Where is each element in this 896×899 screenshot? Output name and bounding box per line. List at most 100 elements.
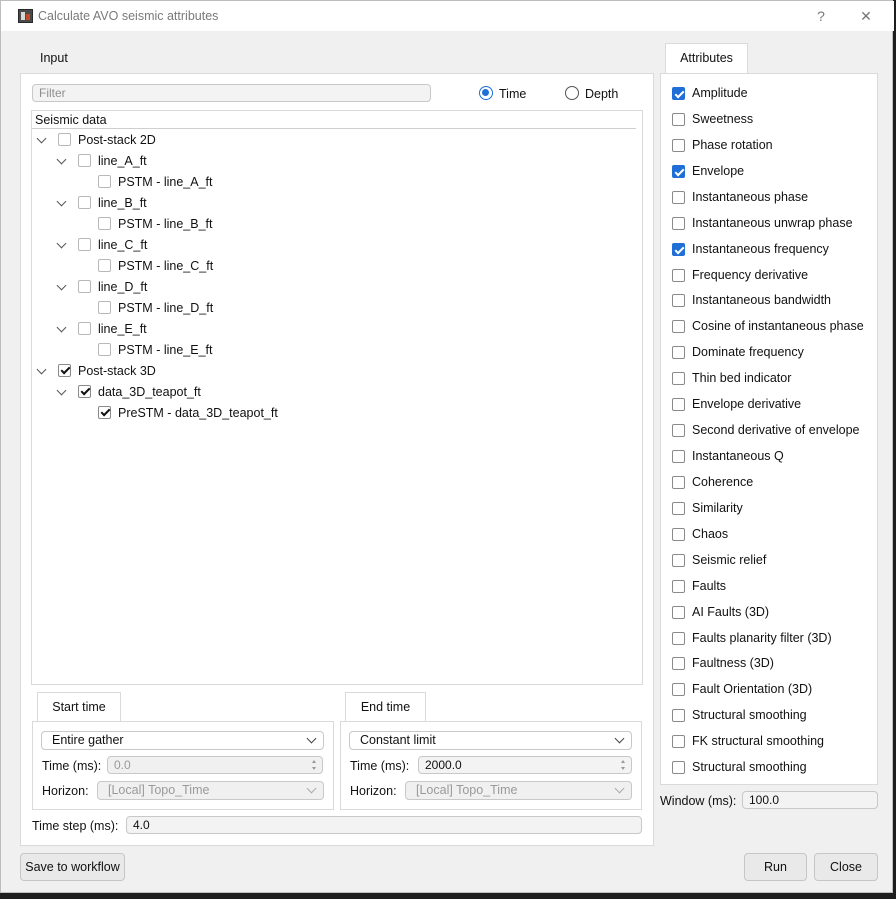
attribute-checkbox[interactable] bbox=[672, 424, 685, 437]
attribute-label: Fault Orientation (3D) bbox=[692, 682, 813, 696]
line-c-checkbox[interactable] bbox=[78, 238, 91, 251]
attribute-checkbox[interactable] bbox=[672, 657, 685, 670]
tree-item-pstm-line-d[interactable]: PSTM - line_D_ft bbox=[118, 301, 213, 315]
attribute-label: Faults planarity filter (3D) bbox=[692, 631, 832, 645]
attribute-label: Structural smoothing bbox=[692, 760, 807, 774]
attribute-checkbox[interactable] bbox=[672, 502, 685, 515]
attribute-checkbox[interactable] bbox=[672, 217, 685, 230]
pstm-line-d-checkbox[interactable] bbox=[98, 301, 111, 314]
attribute-checkbox[interactable] bbox=[672, 709, 685, 722]
attribute-checkbox[interactable] bbox=[672, 606, 685, 619]
tab-start-time[interactable]: Start time bbox=[37, 692, 121, 722]
attribute-checkbox[interactable] bbox=[672, 372, 685, 385]
start-horizon-value: [Local] Topo_Time bbox=[108, 783, 210, 797]
save-to-workflow-button[interactable]: Save to workflow bbox=[20, 853, 125, 881]
volume-checkbox[interactable] bbox=[78, 385, 91, 398]
post3d-checkbox[interactable] bbox=[58, 364, 71, 377]
attribute-checkbox[interactable] bbox=[672, 528, 685, 541]
start-horizon-label: Horizon: bbox=[42, 784, 89, 798]
line-d-checkbox[interactable] bbox=[78, 280, 91, 293]
line-a-checkbox[interactable] bbox=[78, 154, 91, 167]
post2d-checkbox[interactable] bbox=[58, 133, 71, 146]
spin-up-icon[interactable] bbox=[621, 760, 625, 763]
attribute-checkbox[interactable] bbox=[672, 269, 685, 282]
attribute-checkbox[interactable] bbox=[672, 320, 685, 333]
attribute-checkbox[interactable] bbox=[672, 191, 685, 204]
attribute-checkbox[interactable] bbox=[672, 113, 685, 126]
line-b-checkbox[interactable] bbox=[78, 196, 91, 209]
attribute-checkbox[interactable] bbox=[672, 632, 685, 645]
start-time-mode-select[interactable]: Entire gather bbox=[41, 731, 324, 750]
attribute-label: Instantaneous frequency bbox=[692, 242, 829, 256]
tab-end-time[interactable]: End time bbox=[345, 692, 426, 722]
end-horizon-value: [Local] Topo_Time bbox=[416, 783, 518, 797]
attribute-checkbox[interactable] bbox=[672, 735, 685, 748]
time-step-input[interactable]: 4.0 bbox=[126, 816, 642, 834]
tab-attributes[interactable]: Attributes bbox=[665, 43, 748, 74]
depth-radio[interactable] bbox=[565, 86, 579, 100]
attribute-label: Cosine of instantaneous phase bbox=[692, 319, 864, 333]
attribute-checkbox[interactable] bbox=[672, 243, 685, 256]
attribute-label: AI Faults (3D) bbox=[692, 605, 770, 619]
tree-item-post3d[interactable]: Post-stack 3D bbox=[78, 364, 156, 378]
attribute-checkbox[interactable] bbox=[672, 346, 685, 359]
attribute-checkbox[interactable] bbox=[672, 398, 685, 411]
tree-item-line-c[interactable]: line_C_ft bbox=[98, 238, 147, 252]
attribute-label: Instantaneous bandwidth bbox=[692, 293, 831, 307]
attribute-checkbox[interactable] bbox=[672, 165, 685, 178]
time-radio-label: Time bbox=[499, 87, 527, 101]
tree-item-line-d[interactable]: line_D_ft bbox=[98, 280, 147, 294]
attribute-label: Amplitude bbox=[692, 86, 748, 100]
run-button[interactable]: Run bbox=[744, 853, 807, 881]
attribute-checkbox[interactable] bbox=[672, 683, 685, 696]
pstm-line-e-checkbox[interactable] bbox=[98, 343, 111, 356]
tree-item-post2d[interactable]: Post-stack 2D bbox=[78, 133, 156, 147]
prestm-checkbox[interactable] bbox=[98, 406, 111, 419]
attribute-checkbox[interactable] bbox=[672, 476, 685, 489]
attribute-checkbox[interactable] bbox=[672, 87, 685, 100]
attribute-label: Similarity bbox=[692, 501, 743, 515]
pstm-line-a-checkbox[interactable] bbox=[98, 175, 111, 188]
spin-down-icon[interactable] bbox=[621, 767, 625, 770]
start-horizon-select: [Local] Topo_Time bbox=[97, 781, 324, 800]
attribute-label: FK structural smoothing bbox=[692, 734, 824, 748]
attribute-label: Coherence bbox=[692, 475, 754, 489]
attribute-checkbox[interactable] bbox=[672, 761, 685, 774]
attribute-checkbox[interactable] bbox=[672, 554, 685, 567]
tree-item-pstm-line-a[interactable]: PSTM - line_A_ft bbox=[118, 175, 212, 189]
line-e-checkbox[interactable] bbox=[78, 322, 91, 335]
tree-item-pstm-line-e[interactable]: PSTM - line_E_ft bbox=[118, 343, 212, 357]
pstm-line-c-checkbox[interactable] bbox=[98, 259, 111, 272]
close-button[interactable]: Close bbox=[814, 853, 878, 881]
end-time-value: 2000.0 bbox=[425, 758, 462, 772]
tab-input[interactable]: Input bbox=[40, 51, 68, 65]
attribute-checkbox[interactable] bbox=[672, 139, 685, 152]
attribute-checkbox[interactable] bbox=[672, 450, 685, 463]
pstm-line-b-checkbox[interactable] bbox=[98, 217, 111, 230]
tree-item-line-b[interactable]: line_B_ft bbox=[98, 196, 147, 210]
attribute-label: Sweetness bbox=[692, 112, 754, 126]
spin-up-icon bbox=[312, 760, 316, 763]
window-input[interactable]: 100.0 bbox=[742, 791, 878, 809]
chevron-down-icon bbox=[614, 733, 625, 744]
tree-item-prestm[interactable]: PreSTM - data_3D_teapot_ft bbox=[118, 406, 278, 420]
end-time-input[interactable]: 2000.0 bbox=[418, 756, 632, 774]
tree-item-line-e[interactable]: line_E_ft bbox=[98, 322, 147, 336]
tree-item-pstm-line-b[interactable]: PSTM - line_B_ft bbox=[118, 217, 212, 231]
attribute-checkbox[interactable] bbox=[672, 580, 685, 593]
tree-item-line-a[interactable]: line_A_ft bbox=[98, 154, 147, 168]
close-window-button[interactable]: ✕ bbox=[856, 7, 876, 25]
tree-header-divider bbox=[32, 128, 636, 129]
attribute-checkbox[interactable] bbox=[672, 294, 685, 307]
tree-item-volume[interactable]: data_3D_teapot_ft bbox=[98, 385, 201, 399]
attribute-label: Instantaneous unwrap phase bbox=[692, 216, 853, 230]
help-button[interactable]: ? bbox=[811, 7, 831, 25]
window-value: 100.0 bbox=[749, 793, 780, 807]
spin-down-icon bbox=[312, 767, 316, 770]
tree-item-pstm-line-c[interactable]: PSTM - line_C_ft bbox=[118, 259, 213, 273]
end-time-mode-select[interactable]: Constant limit bbox=[349, 731, 632, 750]
filter-input[interactable]: Filter bbox=[32, 84, 431, 102]
attribute-label: Envelope derivative bbox=[692, 397, 802, 411]
attribute-label: Instantaneous Q bbox=[692, 449, 784, 463]
time-radio[interactable] bbox=[479, 86, 493, 100]
